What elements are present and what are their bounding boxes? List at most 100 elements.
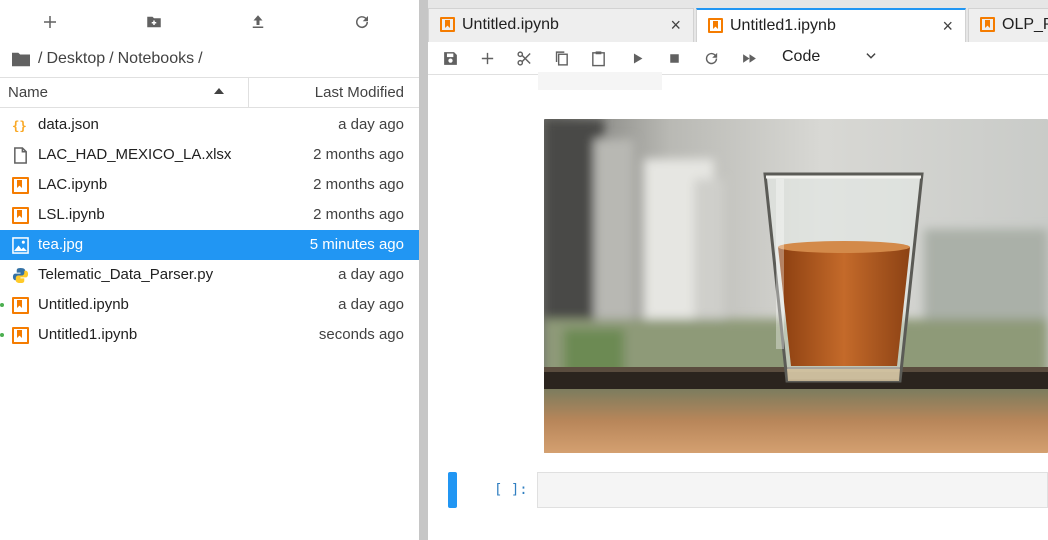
file-browser-toolbar [0, 0, 419, 42]
file-modified: a day ago [338, 266, 404, 283]
file-row-lac-notebook[interactable]: LAC.ipynb 2 months ago [0, 170, 419, 200]
file-row-tea-jpg[interactable]: tea.jpg 5 minutes ago [0, 230, 419, 260]
file-modified: seconds ago [318, 326, 404, 343]
paste-icon [591, 50, 605, 66]
previous-output [538, 72, 662, 90]
breadcrumb-separator: / [38, 50, 43, 67]
file-name: Untitled.ipynb [38, 296, 129, 313]
breadcrumb-desktop[interactable]: Desktop [46, 50, 105, 68]
name-column-header[interactable]: Name [0, 78, 249, 107]
chevron-down-icon [866, 53, 876, 59]
file-row-xlsx[interactable]: LAC_HAD_MEXICO_LA.xlsx 2 months ago [0, 140, 419, 170]
fast-forward-icon [742, 53, 756, 63]
breadcrumb-separator: / [109, 50, 114, 67]
file-modified: a day ago [338, 296, 404, 313]
plus-icon [44, 16, 56, 28]
notebook-icon [12, 297, 29, 314]
code-cell[interactable]: [ ]: [428, 472, 1048, 510]
modified-header-label: Last Modified [314, 84, 404, 101]
file-list-header: Name Last Modified [0, 77, 419, 108]
copy-button[interactable] [549, 47, 573, 69]
jupyterlab-app: / Desktop / Notebooks / Name Last Modifi… [0, 0, 1048, 540]
tab-olp[interactable]: OLP_PC [968, 8, 1048, 42]
copy-icon [555, 50, 568, 66]
output-image [544, 119, 1048, 453]
document-tab-bar: Untitled.ipynb × Untitled1.ipynb × OLP_P… [428, 0, 1048, 42]
running-indicator [0, 333, 4, 337]
cell-type-dropdown[interactable]: Code [782, 48, 882, 70]
notebook-toolbar: Code [428, 42, 1048, 75]
name-header-label: Name [8, 84, 49, 101]
notebook-icon [12, 327, 29, 344]
tab-label: Untitled1.ipynb [730, 17, 836, 34]
running-indicator [0, 303, 4, 307]
cell-type-value: Code [782, 48, 821, 65]
upload-icon [252, 15, 264, 28]
file-name: Telematic_Data_Parser.py [38, 266, 214, 283]
new-folder-button[interactable] [140, 8, 168, 36]
breadcrumb: / Desktop / Notebooks / [12, 48, 205, 70]
restart-icon [705, 52, 717, 64]
file-row-data-json[interactable]: {} data.json a day ago [0, 110, 419, 140]
notebook-icon [440, 17, 455, 32]
file-row-untitled1-notebook[interactable]: Untitled1.ipynb seconds ago [0, 320, 419, 350]
restart-button[interactable] [699, 47, 723, 69]
file-browser-panel: / Desktop / Notebooks / Name Last Modifi… [0, 0, 419, 540]
modified-column-header[interactable]: Last Modified [249, 78, 419, 107]
breadcrumb-separator: / [198, 50, 203, 67]
save-icon [443, 51, 457, 65]
save-button[interactable] [438, 47, 462, 69]
file-name: Untitled1.ipynb [38, 326, 138, 343]
paste-button[interactable] [586, 47, 610, 69]
close-icon[interactable]: × [942, 16, 953, 37]
tab-label: OLP_PC [1002, 16, 1048, 33]
tab-untitled1[interactable]: Untitled1.ipynb × [696, 8, 966, 42]
python-icon [12, 267, 29, 284]
file-modified: 5 minutes ago [309, 236, 404, 253]
notebook-icon [708, 18, 723, 33]
notebook-icon [980, 17, 995, 32]
code-editor[interactable] [537, 472, 1048, 508]
file-modified: a day ago [338, 116, 404, 133]
tab-untitled[interactable]: Untitled.ipynb × [428, 8, 694, 42]
notebook-panel: Untitled.ipynb × Untitled1.ipynb × OLP_P… [428, 0, 1048, 540]
tab-label: Untitled.ipynb [462, 16, 559, 33]
tea-glass-photo [544, 119, 1048, 453]
run-button[interactable] [625, 47, 649, 69]
file-name: LSL.ipynb [38, 206, 105, 223]
notebook-icon [12, 207, 29, 224]
file-row-untitled-notebook[interactable]: Untitled.ipynb a day ago [0, 290, 419, 320]
image-icon [12, 237, 29, 254]
stop-icon [669, 53, 679, 63]
file-modified: 2 months ago [313, 206, 404, 223]
new-folder-icon [147, 16, 161, 28]
file-name: tea.jpg [38, 236, 84, 253]
upload-button[interactable] [244, 8, 272, 36]
new-launcher-button[interactable] [36, 8, 64, 36]
file-name: LAC_HAD_MEXICO_LA.xlsx [38, 146, 232, 163]
refresh-button[interactable] [348, 8, 376, 36]
close-icon[interactable]: × [670, 15, 681, 36]
breadcrumb-notebooks[interactable]: Notebooks [118, 50, 195, 68]
folder-icon[interactable] [12, 51, 30, 67]
notebook-icon [12, 177, 29, 194]
run-icon [633, 53, 642, 63]
run-all-button[interactable] [737, 47, 761, 69]
file-row-python[interactable]: Telematic_Data_Parser.py a day ago [0, 260, 419, 290]
file-row-lsl-notebook[interactable]: LSL.ipynb 2 months ago [0, 200, 419, 230]
refresh-icon [356, 16, 369, 29]
json-icon: {} [12, 119, 27, 133]
file-name: data.json [38, 116, 99, 133]
sort-ascending-icon [214, 88, 224, 94]
insert-cell-button[interactable] [475, 47, 499, 69]
stop-button[interactable] [662, 47, 686, 69]
plus-icon [481, 52, 493, 64]
cut-button[interactable] [512, 47, 536, 69]
panel-splitter[interactable] [419, 0, 428, 540]
file-modified: 2 months ago [313, 146, 404, 163]
file-icon [14, 147, 27, 164]
file-name: LAC.ipynb [38, 176, 108, 193]
cell-collapser[interactable] [448, 472, 457, 508]
file-modified: 2 months ago [313, 176, 404, 193]
file-list: {} data.json a day ago LAC_HAD_MEXICO_LA… [0, 110, 419, 350]
